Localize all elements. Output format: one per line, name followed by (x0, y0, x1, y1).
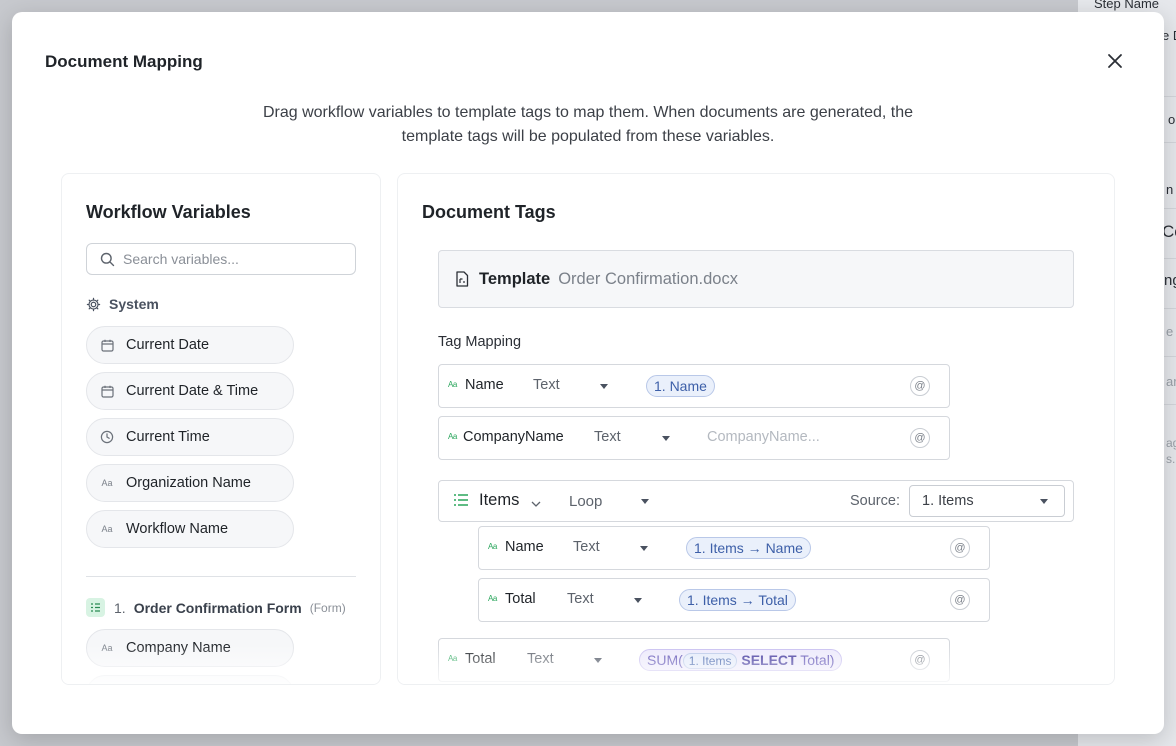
section-divider (86, 576, 356, 577)
variable-label: Workflow Name (126, 521, 229, 537)
mapped-variable-chip[interactable]: 1. Items → Total (679, 589, 796, 611)
template-label: Template (479, 269, 551, 288)
document-tags-panel: Document Tags Template Order Confirmatio… (397, 173, 1115, 685)
chevron-down-icon[interactable] (594, 658, 602, 663)
calendar-icon (100, 385, 114, 398)
text-tag-icon: Aa (488, 594, 497, 603)
template-file-name: Order Confirmation.docx (558, 269, 738, 288)
source-label: Source: (850, 493, 900, 509)
at-icon[interactable]: @ (950, 538, 970, 558)
at-icon[interactable]: @ (910, 376, 930, 396)
variable-company-name[interactable]: Aa Company Name (86, 629, 294, 667)
sum-source-chip: 1. Items (682, 653, 738, 669)
sum-suffix: Total) (800, 652, 835, 668)
tag-name: Name (505, 539, 544, 555)
sum-keyword: SELECT (741, 652, 797, 668)
search-icon (100, 252, 115, 267)
close-button[interactable] (1104, 50, 1126, 72)
template-info: Template Order Confirmation.docx (438, 250, 1074, 308)
sum-formula-chip[interactable]: SUM(1. Items SELECT Total) (639, 649, 843, 671)
system-section-header[interactable]: System (86, 296, 159, 312)
chevron-down-icon[interactable] (662, 436, 670, 441)
modal-description: Drag workflow variables to template tags… (262, 104, 914, 145)
variable-next-item[interactable] (86, 675, 294, 684)
tag-row-companyname: Aa CompanyName Text CompanyName... @ (438, 416, 950, 460)
variable-label: Current Date (126, 337, 210, 353)
text-tag-icon: Aa (448, 432, 457, 441)
variable-label: Organization Name (126, 475, 251, 491)
tag-type-select[interactable]: Text (573, 539, 600, 555)
loop-child-row-total: Aa Total Text 1. Items → Total @ (478, 578, 990, 622)
text-type-icon: Aa (101, 478, 113, 488)
at-icon[interactable]: @ (950, 590, 970, 610)
form-type: (Form) (309, 600, 346, 615)
chevron-down-icon[interactable] (600, 384, 608, 389)
background-header: Step Name (1094, 0, 1160, 11)
variable-label: Company Name (126, 640, 231, 656)
form-number: 1. (114, 599, 126, 616)
tag-name: Total (465, 651, 496, 667)
variable-current-date-time[interactable]: Current Date & Time (86, 372, 294, 410)
form-list-icon (86, 598, 105, 617)
tag-type-select[interactable]: Text (527, 651, 554, 667)
modal-title: Document Mapping (45, 52, 203, 71)
loop-child-row-name: Aa Name Text 1. Items → Name @ (478, 526, 990, 570)
close-icon (1108, 54, 1122, 68)
tag-row-total: Aa Total Text SUM(1. Items SELECT Total)… (438, 638, 950, 682)
tag-mapping-label: Tag Mapping (438, 334, 522, 350)
source-select[interactable]: 1. Items (909, 485, 1065, 517)
tag-type-select[interactable]: Text (567, 591, 594, 607)
document-icon (455, 271, 469, 287)
variable-organization-name[interactable]: Aa Organization Name (86, 464, 294, 502)
text-tag-icon: Aa (448, 380, 457, 389)
text-tag-icon: Aa (488, 542, 497, 551)
document-mapping-modal: Document Mapping Drag workflow variables… (12, 12, 1164, 734)
text-type-icon: Aa (101, 524, 113, 534)
variable-current-date[interactable]: Current Date (86, 326, 294, 364)
mapped-variable-chip[interactable]: 1. Name (646, 375, 715, 397)
loop-row-items: Items Loop Source: 1. Items (438, 480, 1074, 522)
gear-icon (86, 297, 101, 312)
source-value: 1. Items (922, 493, 974, 509)
search-input[interactable] (123, 249, 343, 269)
calendar-icon (100, 339, 114, 352)
tag-name: Name (465, 377, 504, 393)
chevron-down-icon[interactable] (640, 546, 648, 551)
mapped-variable-chip[interactable]: 1. Items → Name (686, 537, 811, 559)
tag-drop-placeholder[interactable]: CompanyName... (707, 429, 820, 445)
tag-type-select[interactable]: Text (594, 429, 621, 445)
loop-type-select[interactable]: Loop (569, 493, 602, 510)
loop-name: Items (479, 491, 520, 509)
sum-prefix: SUM( (647, 652, 683, 668)
tag-type-select[interactable]: Text (533, 377, 560, 393)
tag-name: Total (505, 591, 536, 607)
chevron-down-icon[interactable] (634, 598, 642, 603)
at-icon[interactable]: @ (910, 428, 930, 448)
workflow-variables-panel: Workflow Variables System Current Date C… (61, 173, 381, 685)
chevron-down-icon (1040, 499, 1048, 504)
text-tag-icon: Aa (448, 654, 457, 663)
system-section-label: System (109, 296, 159, 312)
text-type-icon: Aa (101, 643, 113, 653)
form-name: Order Confirmation Form (133, 599, 302, 616)
variable-label: Current Time (126, 429, 210, 445)
at-icon[interactable]: @ (910, 650, 930, 670)
clock-icon (100, 430, 114, 444)
tag-name: CompanyName (463, 429, 564, 445)
variable-label: Current Date & Time (126, 383, 259, 399)
form-section-header[interactable]: 1. Order Confirmation Form (Form) (86, 598, 346, 617)
document-tags-title: Document Tags (422, 202, 556, 222)
tag-row-name: Aa Name Text 1. Name @ (438, 364, 950, 408)
list-icon (453, 493, 469, 512)
variable-workflow-name[interactable]: Aa Workflow Name (86, 510, 294, 548)
search-box (86, 243, 356, 275)
workflow-variables-title: Workflow Variables (86, 202, 251, 222)
chevron-down-icon[interactable] (531, 495, 541, 513)
chevron-down-icon[interactable] (641, 499, 649, 504)
variable-current-time[interactable]: Current Time (86, 418, 294, 456)
